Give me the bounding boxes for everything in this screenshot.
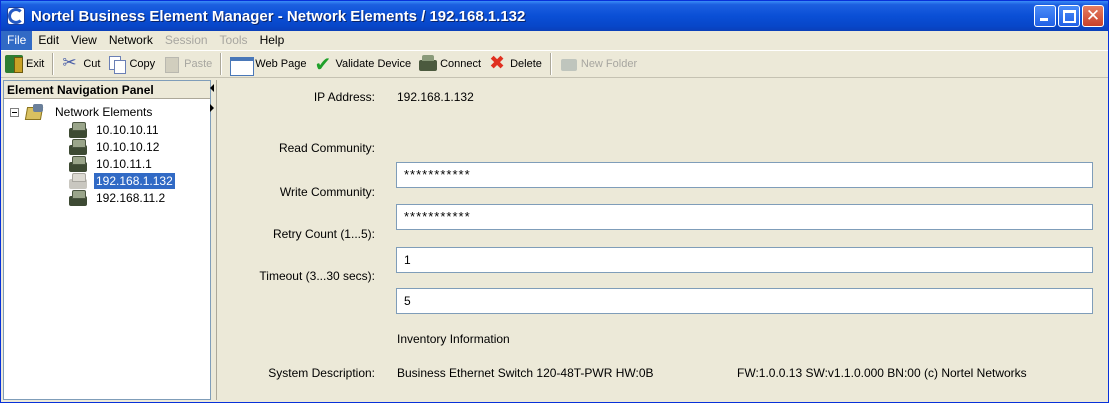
copy-icon (108, 55, 127, 74)
element-properties-panel: IP Address: 192.168.1.132 Read Community… (216, 80, 1106, 400)
app-window: Nortel Business Element Manager - Networ… (0, 0, 1109, 403)
window-controls: ✕ (1034, 5, 1104, 27)
exit-label: Exit (26, 58, 45, 70)
switch-device-icon (68, 121, 88, 138)
toolbar: Exit Cut Copy Paste Web Page Validate De… (1, 50, 1108, 78)
close-button[interactable]: ✕ (1082, 5, 1104, 27)
web-page-label: Web Page (255, 58, 307, 70)
tree-root-label: Network Elements (55, 105, 153, 119)
exit-button[interactable]: Exit (1, 52, 48, 76)
new-folder-label: New Folder (580, 58, 638, 70)
tree-item-label: 10.10.10.11 (96, 122, 159, 137)
switch-device-icon (68, 155, 88, 172)
cut-label: Cut (83, 58, 101, 70)
new-folder-button[interactable]: New Folder (556, 52, 641, 76)
tree-item-label: 192.168.1.132 (94, 172, 175, 189)
cut-button[interactable]: Cut (58, 52, 104, 76)
read-community-field[interactable]: *********** (396, 162, 1093, 188)
toolbar-separator (52, 53, 55, 75)
network-folder-icon (25, 104, 45, 120)
timeout-label: Timeout (3...30 secs): (259, 268, 375, 283)
red-x-icon (489, 52, 507, 75)
tree-root-network-elements[interactable]: Network Elements (4, 103, 210, 121)
menu-session[interactable]: Session (159, 31, 214, 50)
connect-label: Connect (440, 58, 482, 70)
ip-address-row: IP Address: 192.168.1.132 (217, 84, 1107, 110)
element-navigation-panel: Element Navigation Panel Network Element… (3, 80, 211, 400)
system-description-firmware: FW:1.0.0.13 SW:v1.1.0.000 BN:00 (c) Nort… (737, 366, 1027, 380)
exit-door-icon (5, 55, 23, 73)
delete-button[interactable]: Delete (485, 52, 546, 76)
web-page-button[interactable]: Web Page (226, 52, 310, 76)
switch-device-icon (68, 138, 88, 155)
title-bar[interactable]: Nortel Business Element Manager - Networ… (1, 1, 1108, 31)
inventory-heading: Inventory Information (397, 332, 510, 346)
menu-edit[interactable]: Edit (32, 31, 65, 50)
delete-label: Delete (510, 58, 542, 70)
maximize-icon (1063, 10, 1076, 23)
system-description-value: Business Ethernet Switch 120-48T-PWR HW:… (397, 366, 654, 380)
menu-network[interactable]: Network (103, 31, 159, 50)
menu-bar: File Edit View Network Session Tools Hel… (1, 31, 1108, 50)
close-icon: ✕ (1085, 6, 1101, 25)
window-title: Nortel Business Element Manager - Networ… (31, 7, 526, 25)
tree-item-label: 192.168.11.2 (96, 190, 166, 205)
menu-help[interactable]: Help (254, 31, 291, 50)
menu-file[interactable]: File (1, 31, 33, 50)
inventory-heading-row: Inventory Information (217, 326, 1107, 352)
validate-device-label: Validate Device (335, 58, 412, 70)
connect-button[interactable]: Connect (415, 52, 485, 76)
minimize-icon (1040, 18, 1048, 21)
browser-window-icon (230, 55, 255, 76)
switch-device-offline-icon (68, 172, 88, 189)
retry-count-label: Retry Count (1...5): (272, 226, 375, 241)
toolbar-separator (549, 53, 552, 75)
tree-item-label: 10.10.11.1 (96, 156, 152, 171)
write-community-label: Write Community: (279, 184, 375, 199)
switch-device-icon (68, 189, 88, 206)
copy-label: Copy (129, 58, 156, 70)
minimize-button[interactable] (1034, 5, 1056, 27)
paste-button[interactable]: Paste (159, 52, 216, 76)
menu-tools[interactable]: Tools (214, 31, 254, 50)
checkmark-icon (314, 52, 332, 77)
toolbar-separator (220, 53, 223, 75)
panel-header: Element Navigation Panel (4, 81, 210, 99)
system-description-row: System Description: Business Ethernet Sw… (217, 360, 1107, 386)
tree-item-label: 10.10.10.12 (96, 139, 160, 154)
system-description-label: System Description: (268, 366, 375, 380)
switch-device-icon (419, 55, 438, 73)
validate-device-button[interactable]: Validate Device (310, 52, 415, 77)
network-tree: Network Elements 10.10.10.11 10.10.10.12… (4, 99, 210, 206)
retry-count-field[interactable]: 1 (396, 247, 1093, 273)
tree-item-192-168-11-2[interactable]: 192.168.11.2 (4, 189, 210, 206)
tree-item-192-168-1-132[interactable]: 192.168.1.132 (4, 172, 210, 189)
paste-icon (163, 55, 181, 73)
read-community-label: Read Community: (278, 140, 375, 155)
maximize-button[interactable] (1058, 5, 1080, 27)
tree-item-10-10-10-12[interactable]: 10.10.10.12 (4, 138, 210, 155)
paste-label: Paste (184, 58, 213, 70)
tree-item-10-10-11-1[interactable]: 10.10.11.1 (4, 155, 210, 172)
collapse-toggle-icon[interactable] (10, 107, 19, 117)
scissors-icon (62, 53, 80, 73)
ip-address-value: 192.168.1.132 (397, 90, 474, 104)
nortel-app-icon[interactable] (7, 7, 25, 25)
copy-button[interactable]: Copy (104, 52, 159, 76)
write-community-field[interactable]: *********** (396, 204, 1093, 230)
menu-view[interactable]: View (65, 31, 103, 50)
timeout-field[interactable]: 5 (396, 288, 1093, 314)
tree-item-10-10-10-11[interactable]: 10.10.10.11 (4, 121, 210, 138)
panel-splitter[interactable] (210, 80, 215, 120)
ip-address-label: IP Address: (313, 90, 375, 104)
new-folder-icon (560, 55, 578, 73)
